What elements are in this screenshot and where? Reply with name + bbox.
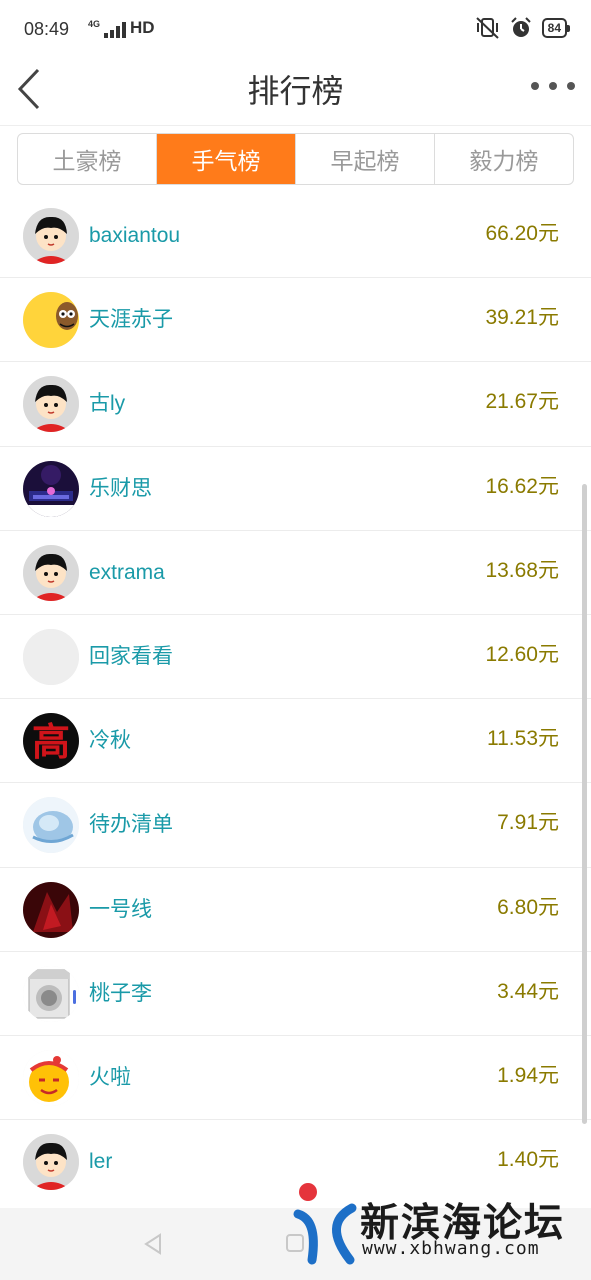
list-item[interactable]: 待办清单 7.91元 (0, 783, 591, 868)
svg-text:高: 高 (32, 719, 70, 764)
avatar[interactable] (23, 881, 79, 938)
page-title: 排行榜 (247, 73, 344, 109)
user-name[interactable]: ler (89, 1120, 112, 1204)
ranking-tabs: 土豪榜 手气榜 早起榜 毅力榜 (17, 133, 574, 185)
amount: 11.53元 (487, 727, 559, 751)
battery-icon: 84 (541, 18, 571, 38)
user-name[interactable]: 一号线 (89, 868, 152, 952)
amount: 16.62元 (485, 474, 559, 498)
list-item[interactable]: baxiantou 66.20元 (0, 194, 591, 279)
forum-watermark: 新滨海论坛 www.xbhwang.com (292, 1180, 582, 1270)
network-type: 4G (88, 19, 101, 29)
amount: 3.44元 (497, 979, 559, 1003)
amount: 21.67元 (485, 390, 559, 414)
avatar[interactable] (23, 965, 79, 1022)
list-item[interactable]: 桃子李 3.44元 (0, 952, 591, 1036)
avatar[interactable] (23, 797, 79, 854)
alarm-icon (510, 17, 531, 37)
avatar[interactable] (23, 628, 79, 685)
forum-url: www.xbhwang.com (362, 1238, 540, 1259)
mute-vibrate-icon (475, 17, 499, 39)
nav-bar: 排行榜 (0, 60, 591, 126)
more-dots-icon (531, 82, 539, 90)
scrollbar[interactable] (582, 484, 587, 1124)
status-right: 84 (475, 17, 571, 39)
list-item[interactable]: 一号线 6.80元 (0, 868, 591, 952)
avatar[interactable] (23, 1049, 79, 1106)
user-name[interactable]: extrama (89, 531, 165, 615)
amount: 12.60元 (485, 642, 559, 666)
avatar[interactable] (23, 376, 79, 433)
amount: 1.94元 (497, 1063, 559, 1087)
avatar[interactable] (23, 292, 79, 349)
list-item[interactable]: extrama 13.68元 (0, 531, 591, 615)
list-item[interactable]: 高 冷秋 11.53元 (0, 699, 591, 784)
amount: 6.80元 (497, 895, 559, 919)
user-name[interactable]: 冷秋 (89, 699, 131, 783)
tab-luck[interactable]: 手气榜 (157, 134, 296, 184)
user-name[interactable]: 火啦 (89, 1036, 131, 1120)
status-bar: 08:49 4G HD 84 (0, 0, 591, 60)
user-name[interactable]: 回家看看 (89, 615, 173, 699)
list-item[interactable]: 火啦 1.94元 (0, 1036, 591, 1121)
avatar[interactable]: 高 (23, 713, 79, 770)
list-item[interactable]: 乐财思 16.62元 (0, 447, 591, 531)
user-name[interactable]: 待办清单 (89, 783, 173, 867)
hd-indicator: HD (130, 18, 155, 37)
user-name[interactable]: 桃子李 (89, 952, 152, 1036)
status-time: 08:49 (24, 19, 70, 39)
list-item[interactable]: 古ly 21.67元 (0, 362, 591, 447)
user-name[interactable]: baxiantou (89, 194, 180, 278)
signal-icon (104, 22, 127, 38)
network-indicator: 4G HD (88, 18, 155, 38)
amount: 39.21元 (485, 306, 559, 330)
avatar[interactable] (23, 544, 79, 601)
amount: 13.68元 (485, 558, 559, 582)
avatar[interactable] (23, 1134, 79, 1191)
user-name[interactable]: 古ly (89, 362, 125, 446)
forum-logo-icon (293, 1183, 357, 1265)
tab-early-bird[interactable]: 早起榜 (296, 134, 435, 184)
avatar[interactable] (23, 208, 79, 264)
list-item[interactable]: 回家看看 12.60元 (0, 615, 591, 700)
system-back-icon[interactable] (142, 1232, 164, 1256)
user-name[interactable]: 天涯赤子 (89, 278, 173, 362)
avatar[interactable] (23, 460, 79, 517)
tab-perseverance[interactable]: 毅力榜 (435, 134, 573, 184)
amount: 66.20元 (485, 222, 559, 245)
tab-rich[interactable]: 土豪榜 (18, 134, 157, 184)
leaderboard-list: baxiantou 66.20元 天涯赤子 39.21元 古ly 21.67元 … (0, 194, 591, 1204)
amount: 7.91元 (497, 811, 559, 835)
user-name[interactable]: 乐财思 (89, 447, 152, 531)
list-item[interactable]: 天涯赤子 39.21元 (0, 278, 591, 363)
more-button[interactable] (531, 74, 575, 98)
